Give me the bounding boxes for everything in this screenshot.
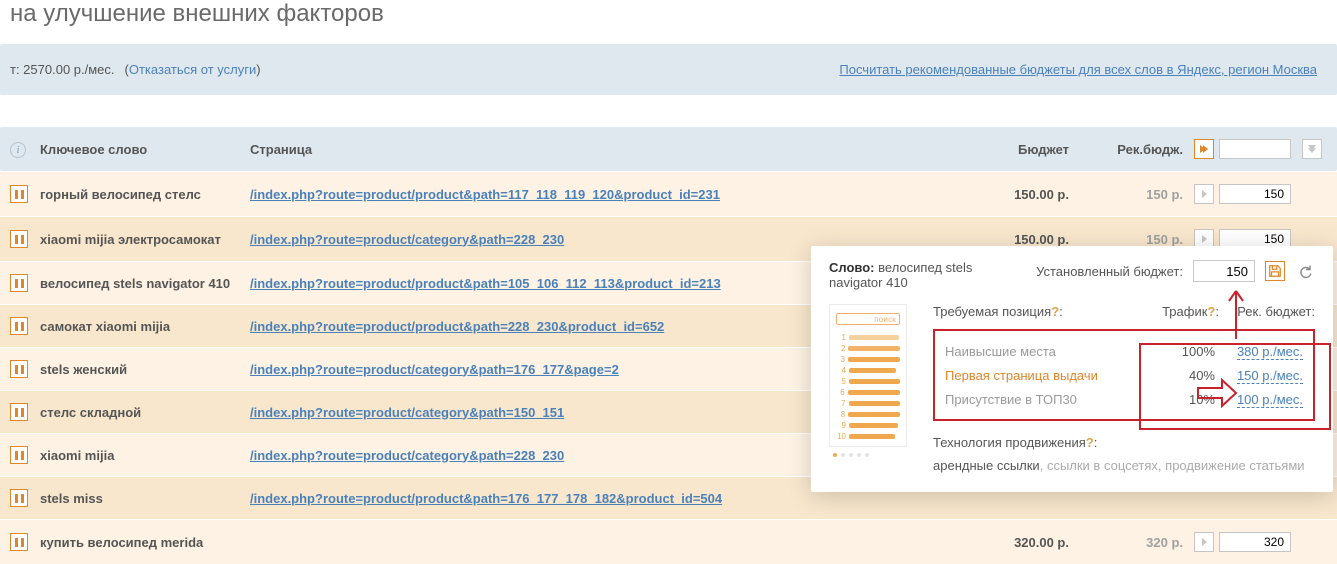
position-header: Требуемая позиция?: <box>933 304 1143 319</box>
rec-budget-value: 320 р. <box>1146 535 1183 550</box>
tech-header: Технология продвижения?: <box>933 435 1315 450</box>
position-price-link[interactable]: 380 р./мес. <box>1237 344 1303 360</box>
keyword-text: стелс складной <box>40 405 141 420</box>
rec-budget-value: 150 р. <box>1146 232 1183 247</box>
pause-button[interactable] <box>10 185 28 203</box>
header-keyword: Ключевое слово <box>40 142 250 157</box>
traffic-header: Трафик?: <box>1143 304 1219 319</box>
page-link[interactable]: /index.php?route=product/product&path=11… <box>250 187 720 202</box>
position-name: Наивысшие места <box>945 344 1145 359</box>
pause-button[interactable] <box>10 274 28 292</box>
page-link[interactable]: /index.php?route=product/category&path=1… <box>250 362 619 377</box>
pause-button[interactable] <box>10 230 28 248</box>
page-link[interactable]: /index.php?route=product/product&path=22… <box>250 319 664 334</box>
budget-popover: Слово: велосипед stels navigator 410 Уст… <box>811 246 1333 492</box>
cancel-service-link[interactable]: Отказаться от услуги <box>129 62 256 77</box>
keyword-text: stels miss <box>40 491 103 506</box>
pause-button[interactable] <box>10 446 28 464</box>
page-link[interactable]: /index.php?route=product/category&path=1… <box>250 405 564 420</box>
keyword-text: stels женский <box>40 362 127 377</box>
position-row: Присутствие в ТОП3010% 100 р./мес. <box>945 387 1303 411</box>
position-traffic: 10% <box>1145 392 1215 407</box>
set-budget-input[interactable] <box>1193 260 1255 282</box>
rec-budget-header: Рек. бюджет: <box>1219 304 1315 319</box>
apply-all-icon[interactable] <box>1194 139 1214 159</box>
page-title: на улучшение внешних факторов <box>0 0 1337 44</box>
keyword-text: горный велосипед стелс <box>40 187 201 202</box>
budget-value: 150.00 р. <box>1014 232 1069 247</box>
rec-budget-value: 150 р. <box>1146 187 1183 202</box>
page-link[interactable]: /index.php?route=product/product&path=10… <box>250 276 721 291</box>
position-row: Наивысшие места100% 380 р./мес. <box>945 339 1303 363</box>
table-row: купить велосипед merida 320.00 р. 320 р. <box>0 519 1337 564</box>
header-page: Страница <box>250 142 959 157</box>
apply-icon[interactable] <box>1194 184 1214 204</box>
apply-icon[interactable] <box>1194 532 1214 552</box>
tech-line: арендные ссылки, ссылки в соцсетях, прод… <box>933 456 1315 476</box>
budget-value: 150.00 р. <box>1014 187 1069 202</box>
pause-button[interactable] <box>10 317 28 335</box>
position-traffic: 100% <box>1145 344 1215 359</box>
page-link[interactable]: /index.php?route=product/category&path=2… <box>250 232 564 247</box>
help-icon[interactable]: ? <box>1051 304 1059 319</box>
table-header: i Ключевое слово Страница Бюджет Рек.бюд… <box>0 127 1337 171</box>
position-price-link[interactable]: 100 р./мес. <box>1237 392 1303 408</box>
pause-button[interactable] <box>10 533 28 551</box>
pause-button[interactable] <box>10 403 28 421</box>
header-budget-input[interactable] <box>1219 139 1291 159</box>
position-name: Присутствие в ТОП30 <box>945 392 1145 407</box>
tech-item: продвижение статьями <box>1165 458 1304 473</box>
position-traffic: 40% <box>1145 368 1215 383</box>
keyword-text: велосипед stels navigator 410 <box>40 276 230 291</box>
keyword-text: купить велосипед merida <box>40 535 203 550</box>
header-rec-budget: Рек.бюдж. <box>1079 142 1189 157</box>
position-name: Первая страница выдачи <box>945 368 1145 383</box>
help-icon[interactable]: ? <box>1086 435 1094 450</box>
page-link[interactable]: /index.php?route=product/product&path=17… <box>250 491 722 506</box>
help-icon[interactable]: ? <box>1207 304 1215 319</box>
tech-item: арендные ссылки <box>933 458 1040 473</box>
position-row: Первая страница выдачи40% 150 р./мес. <box>945 363 1303 387</box>
expand-all-icon[interactable] <box>1302 139 1322 159</box>
serp-preview: поиск 12345678910 <box>829 304 915 476</box>
position-price-link[interactable]: 150 р./мес. <box>1237 368 1303 384</box>
monthly-budget-text: т: 2570.00 р./мес. <box>10 62 115 77</box>
keyword-text: xiaomi mijia <box>40 448 114 463</box>
keyword-text: xiaomi mijia электросамокат <box>40 232 221 247</box>
info-icon[interactable]: i <box>10 142 26 158</box>
page-link[interactable]: /index.php?route=product/category&path=2… <box>250 448 564 463</box>
keyword-text: самокат xiaomi mijia <box>40 319 170 334</box>
calc-recommended-link[interactable]: Посчитать рекомендованные бюджеты для вс… <box>839 62 1317 77</box>
budget-input[interactable] <box>1219 184 1291 204</box>
budget-input[interactable] <box>1219 532 1291 552</box>
tech-item: ссылки в соцсетях <box>1047 458 1158 473</box>
info-bar: т: 2570.00 р./мес. (Отказаться от услуги… <box>0 44 1337 95</box>
save-icon[interactable] <box>1265 261 1285 281</box>
pause-button[interactable] <box>10 489 28 507</box>
positions-box: Наивысшие места100% 380 р./мес. Первая стр… <box>933 329 1315 421</box>
table-row: горный велосипед стелс/index.php?route=p… <box>0 171 1337 216</box>
pagination-dots[interactable] <box>829 453 915 457</box>
set-budget-label: Установленный бюджет: <box>1036 264 1183 279</box>
budget-value: 320.00 р. <box>1014 535 1069 550</box>
popover-keyword: Слово: велосипед stels navigator 410 <box>829 260 1019 290</box>
reset-icon[interactable] <box>1295 261 1315 281</box>
header-budget: Бюджет <box>959 142 1079 157</box>
pause-button[interactable] <box>10 360 28 378</box>
